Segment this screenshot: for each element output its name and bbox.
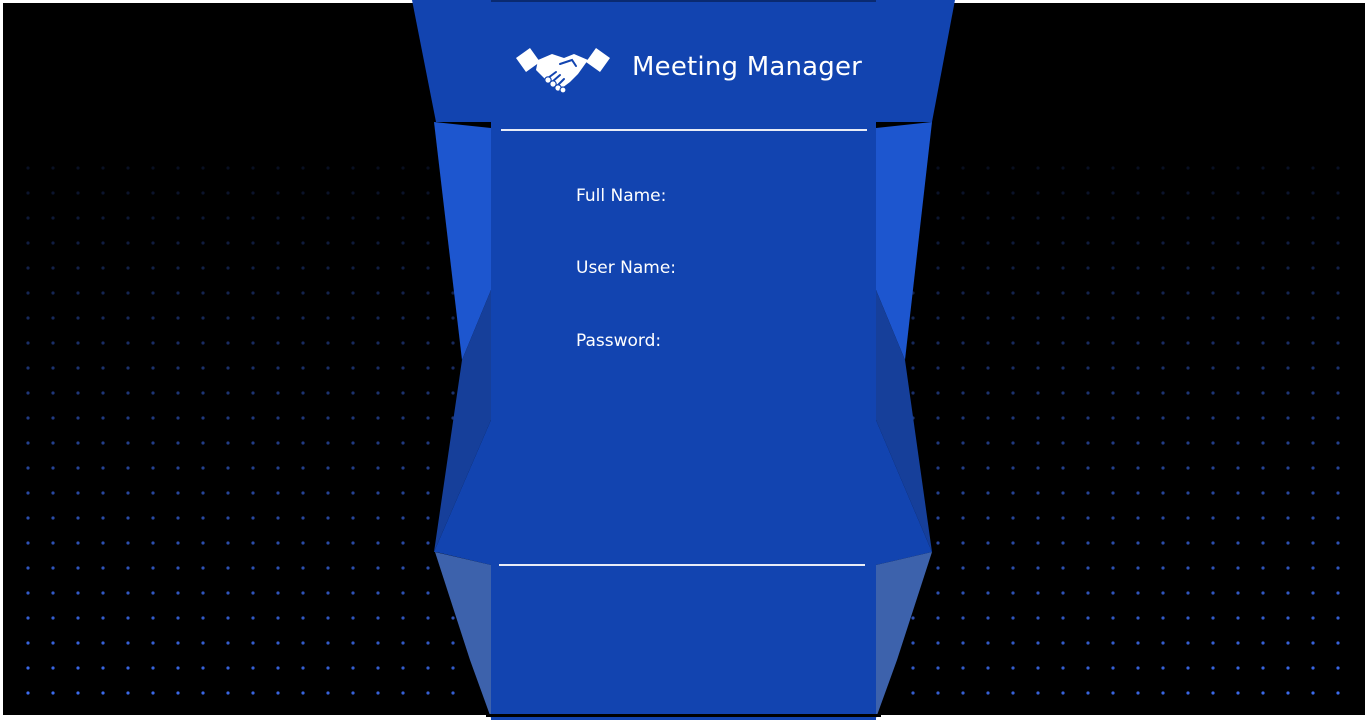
card-top-edge bbox=[491, 0, 876, 2]
right-bottom-side-panel bbox=[876, 552, 932, 718]
login-screen: Meeting Manager Full Name: User Name: Pa… bbox=[0, 0, 1368, 720]
user-name-label: User Name: bbox=[576, 258, 677, 278]
card-body bbox=[491, 122, 876, 720]
user-name-input[interactable] bbox=[700, 256, 854, 282]
password-label: Password: bbox=[576, 331, 662, 351]
card-shell bbox=[412, 0, 955, 720]
password-input[interactable] bbox=[700, 329, 854, 355]
app-title: Meeting Manager bbox=[632, 52, 863, 82]
header-divider bbox=[501, 129, 867, 131]
card-bottom-edge bbox=[486, 714, 881, 717]
footer-divider bbox=[499, 564, 865, 566]
full-name-label: Full Name: bbox=[576, 186, 667, 206]
left-bottom-side-panel bbox=[435, 552, 491, 718]
full-name-input[interactable] bbox=[700, 184, 854, 210]
handshake-icon bbox=[516, 48, 610, 94]
